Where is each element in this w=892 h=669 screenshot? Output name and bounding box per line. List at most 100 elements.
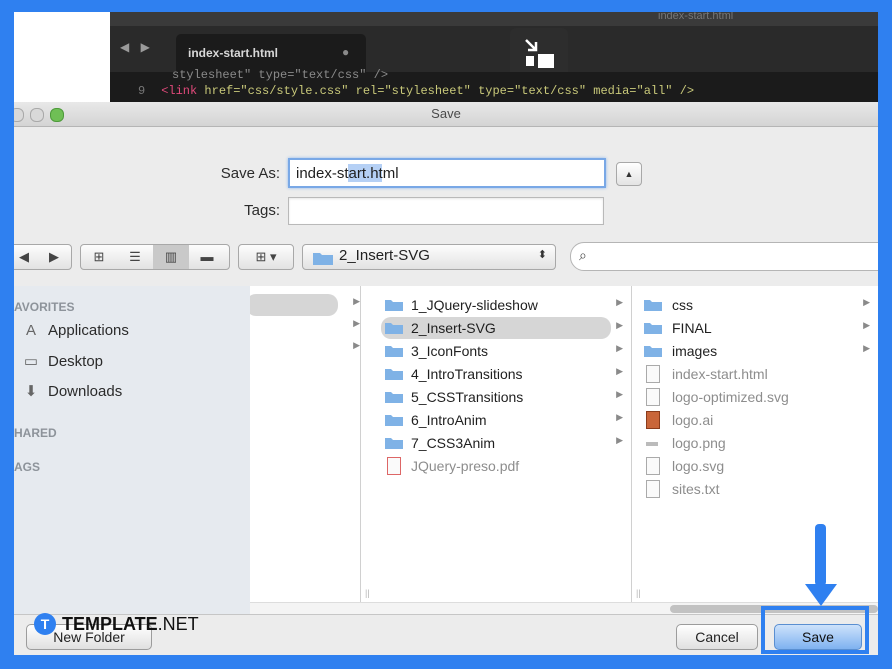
folder-icon [385,392,403,403]
save-dialog: Save Save As: ▲ Tags: ◀▶ ⊞☰▥▬ ⊞ ▾ 2_Inse… [14,102,878,655]
code-attributes: href="css/style.css" rel="stylesheet" ty… [197,84,695,98]
back-icon[interactable]: ◀ [14,245,39,269]
chevron-right-icon: ▶ [616,389,623,399]
code-line-partial: stylesheet" type="text/css" /> [172,68,389,82]
sidebar-item-desktop[interactable]: ▭ Desktop [20,352,103,370]
folder-icon [644,346,662,357]
list-item[interactable]: 1_JQuery-slideshow ▶ [361,294,631,316]
chevron-right-icon: ▶ [863,297,870,307]
svg-file-icon [646,457,660,475]
cancel-button[interactable]: Cancel [676,624,758,650]
png-file-icon [646,442,658,446]
list-item[interactable]: 3_IconFonts ▶ [361,340,631,362]
text-file-icon [646,480,660,498]
tags-field[interactable] [288,197,604,225]
item-label: logo.ai [672,412,714,428]
chevron-right-icon: ▶ [616,343,623,353]
search-field[interactable]: ⌕ [570,242,878,271]
expand-dialog-button[interactable]: ▲ [616,162,642,186]
list-item[interactable]: JQuery-preso.pdf [361,455,631,477]
editor-tab[interactable]: index-start.html ● [176,34,366,72]
sidebar-item-label: Desktop [48,353,104,370]
back-forward-control: ◀ ▶ [14,244,72,270]
view-mode-control: ⊞ ☰ ▥ ▬ [80,244,230,270]
list-item[interactable]: 5_CSSTransitions ▶ [361,386,631,408]
sidebar-item-label: Downloads [48,383,123,400]
editor-gutter-area [14,12,110,102]
list-item[interactable]: 6_IntroAnim ▶ [361,409,631,431]
item-label: css [672,297,693,313]
list-item[interactable]: logo-optimized.svg [632,386,878,408]
pdf-file-icon [387,457,401,475]
list-item[interactable]: index-start.html [632,363,878,385]
arrange-control[interactable]: ⊞ ▾ [238,244,294,270]
chevron-right-icon: ▶ [863,343,870,353]
list-item[interactable]: logo.png [632,432,878,454]
column-resize-handle[interactable]: || [365,588,370,598]
arrange-icon: ⊞ ▾ [255,249,277,264]
item-label: FINAL [672,320,712,336]
chevron-right-icon: ▶ [616,412,623,422]
sidebar-header-shared: HARED [14,426,57,440]
list-item[interactable]: images ▶ [632,340,878,362]
chevron-right-icon: ▶ [353,296,360,306]
logo-name: TEMPLATE [62,614,158,634]
list-item[interactable]: css ▶ [632,294,878,316]
tags-input[interactable] [289,198,603,224]
column-view-icon[interactable]: ▥ [153,245,189,269]
list-item[interactable]: FINAL ▶ [632,317,878,339]
applications-icon: A [25,322,36,339]
editor-tabbar: ◀ ▶ index-start.html ● [110,26,878,80]
unsaved-dot-icon[interactable]: ● [342,45,349,59]
list-item[interactable]: sites.txt [632,478,878,500]
screenshot-frame: index-start.html ◀ ▶ index-start.html ● … [14,12,878,655]
save-as-field[interactable] [288,158,606,188]
item-label: sites.txt [672,481,720,497]
code-line: 9 <link href="css/style.css" rel="stylesh… [138,84,694,98]
editor-titlebar: index-start.html [110,12,878,26]
folder-icon [313,253,333,265]
folder-icon [385,300,403,311]
icon-view-icon[interactable]: ⊞ [81,245,117,269]
line-number: 9 [138,84,146,98]
item-label: 4_IntroTransitions [411,366,523,382]
chevron-right-icon: ▶ [353,318,360,328]
list-item[interactable]: logo.svg [632,455,878,477]
folder-icon [385,415,403,426]
folder-icon [385,438,403,449]
list-item[interactable]: 4_IntroTransitions ▶ [361,363,631,385]
item-label: 1_JQuery-slideshow [411,297,538,313]
coverflow-view-icon[interactable]: ▬ [189,245,225,269]
item-label: 6_IntroAnim [411,412,487,428]
popup-arrows-icon: ⬍ [537,249,547,261]
ai-file-icon [646,411,660,429]
browser-column-2: 1_JQuery-slideshow ▶ 2_Insert-SVG ▶ 3_Ic… [361,286,632,614]
editor-nav-arrows[interactable]: ◀ ▶ [120,40,154,54]
folder-icon [385,323,403,334]
chevron-right-icon: ▶ [616,366,623,376]
pointer-arrow-icon [815,524,826,586]
sidebar-item-applications[interactable]: A Applications [20,322,129,339]
logo-badge: T [34,613,56,635]
item-label: 3_IconFonts [411,343,489,359]
save-as-input[interactable] [290,160,604,186]
location-popup[interactable]: 2_Insert-SVG ⬍ [302,244,556,270]
forward-icon[interactable]: ▶ [39,245,69,269]
folder-icon [385,369,403,380]
list-item[interactable]: logo.ai [632,409,878,431]
item-label: logo.png [672,435,726,451]
list-item[interactable]: 2_Insert-SVG [381,317,611,339]
item-label: index-start.html [672,366,768,382]
list-item[interactable]: 7_CSS3Anim ▶ [361,432,631,454]
item-label: 5_CSSTransitions [411,389,524,405]
tags-label: Tags: [244,202,280,219]
svg-file-icon [646,388,660,406]
column-resize-handle[interactable]: || [636,588,641,598]
list-item[interactable] [250,294,338,316]
sidebar-item-downloads[interactable]: ⬇ Downloads [20,382,123,400]
search-icon: ⌕ [579,247,587,263]
html-file-icon [646,365,660,383]
list-view-icon[interactable]: ☰ [117,245,153,269]
chevron-right-icon: ▶ [616,297,623,307]
code-editor: index-start.html ◀ ▶ index-start.html ● … [14,12,878,102]
